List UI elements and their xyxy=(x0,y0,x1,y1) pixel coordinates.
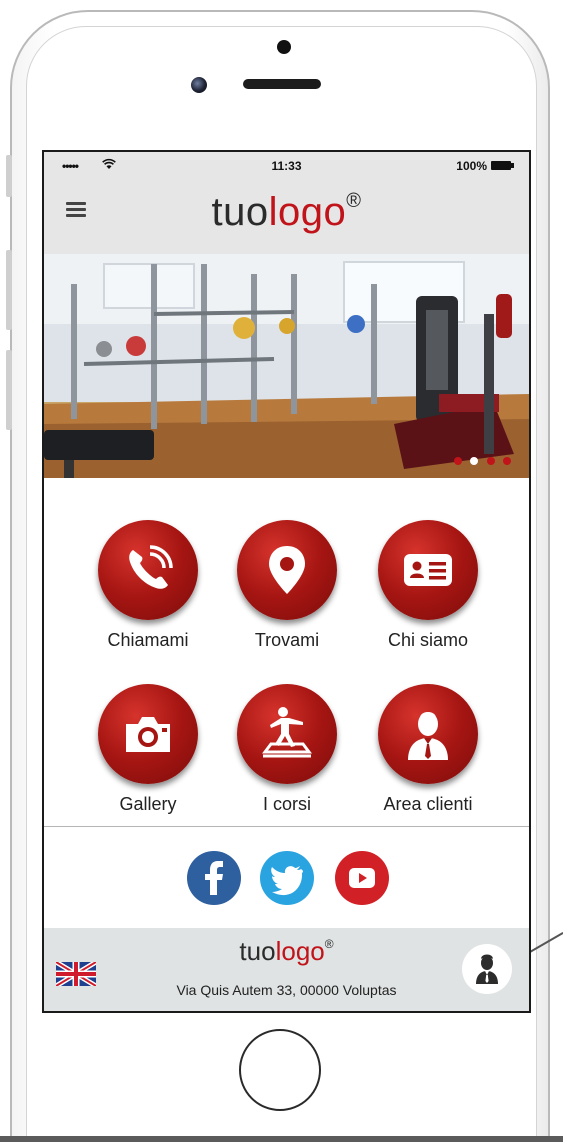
user-icon xyxy=(408,712,448,760)
status-bar: ••••• 11:33 100% xyxy=(44,152,529,180)
menu-item-trovami[interactable]: Trovami xyxy=(217,520,357,651)
logo-suffix: logo xyxy=(275,936,325,966)
map-pin-icon xyxy=(269,546,305,594)
menu-item-label: Area clienti xyxy=(383,794,473,814)
menu-item-label: Trovami xyxy=(254,630,320,650)
front-camera xyxy=(191,77,207,93)
page-bottom-edge xyxy=(0,1136,563,1142)
client-login-button[interactable] xyxy=(462,944,512,994)
footer-logo: tuologo® xyxy=(44,936,529,967)
battery-icon xyxy=(491,161,511,170)
menu-button[interactable] xyxy=(98,520,198,620)
camera-icon xyxy=(126,717,170,752)
menu-button[interactable] xyxy=(237,684,337,784)
twitter-button[interactable] xyxy=(260,851,314,905)
logo-prefix: tuo xyxy=(211,190,269,234)
facebook-icon xyxy=(187,851,241,905)
menu-button[interactable] xyxy=(237,520,337,620)
battery-tip xyxy=(511,163,514,168)
volume-down-button xyxy=(6,350,12,430)
logo-prefix: tuo xyxy=(239,936,276,966)
battery-percent: 100% xyxy=(456,159,487,173)
slider-dot[interactable] xyxy=(470,457,479,465)
registered-mark: ® xyxy=(346,190,362,212)
footer-address: Via Quis Autem 33, 00000 Voluptas xyxy=(176,982,397,998)
slider-dot[interactable] xyxy=(503,457,511,465)
slider-dot[interactable] xyxy=(486,457,495,465)
fitness-icon xyxy=(262,707,312,758)
proximity-sensor xyxy=(277,40,291,54)
header-logo: tuologo® xyxy=(44,190,529,235)
menu-grid: Chiamami Trovami Chi siamo Gallery I cor… xyxy=(44,478,529,826)
app-header: tuologo® xyxy=(44,180,529,254)
menu-item-label: I corsi xyxy=(262,794,311,814)
twitter-icon xyxy=(260,851,314,905)
facebook-button[interactable] xyxy=(187,851,241,905)
youtube-icon xyxy=(335,851,389,905)
earpiece-speaker xyxy=(243,79,321,89)
registered-mark: ® xyxy=(324,937,334,951)
logo-suffix: logo xyxy=(268,190,347,234)
app-screen: ••••• 11:33 100% tuologo® Chiamami Trova… xyxy=(42,150,531,1013)
menu-item-chi-siamo[interactable]: Chi siamo xyxy=(358,520,498,651)
menu-item-i-corsi[interactable]: I corsi xyxy=(217,684,357,815)
menu-item-chiamami[interactable]: Chiamami xyxy=(78,520,218,651)
slider-dot[interactable] xyxy=(453,457,462,465)
menu-button[interactable] xyxy=(378,520,478,620)
menu-button[interactable] xyxy=(98,684,198,784)
social-links xyxy=(44,827,529,927)
app-footer: tuologo® Via Quis Autem 33, 00000 Volupt… xyxy=(44,928,529,1011)
volume-up-button xyxy=(6,250,12,330)
home-button[interactable] xyxy=(239,1029,321,1111)
gym-photo xyxy=(44,254,529,478)
menu-button[interactable] xyxy=(378,684,478,784)
phone-icon xyxy=(129,545,173,589)
youtube-button[interactable] xyxy=(335,851,389,905)
menu-item-gallery[interactable]: Gallery xyxy=(78,684,218,815)
hero-slider[interactable] xyxy=(44,254,529,478)
id-card-icon xyxy=(404,554,452,586)
menu-item-area-clienti[interactable]: Area clienti xyxy=(358,684,498,815)
menu-item-label: Gallery xyxy=(119,794,177,814)
slider-pagination[interactable] xyxy=(450,452,511,470)
menu-item-label: Chiamami xyxy=(107,630,189,650)
mute-switch xyxy=(6,155,12,197)
user-icon xyxy=(476,954,498,984)
menu-item-label: Chi siamo xyxy=(387,630,469,650)
